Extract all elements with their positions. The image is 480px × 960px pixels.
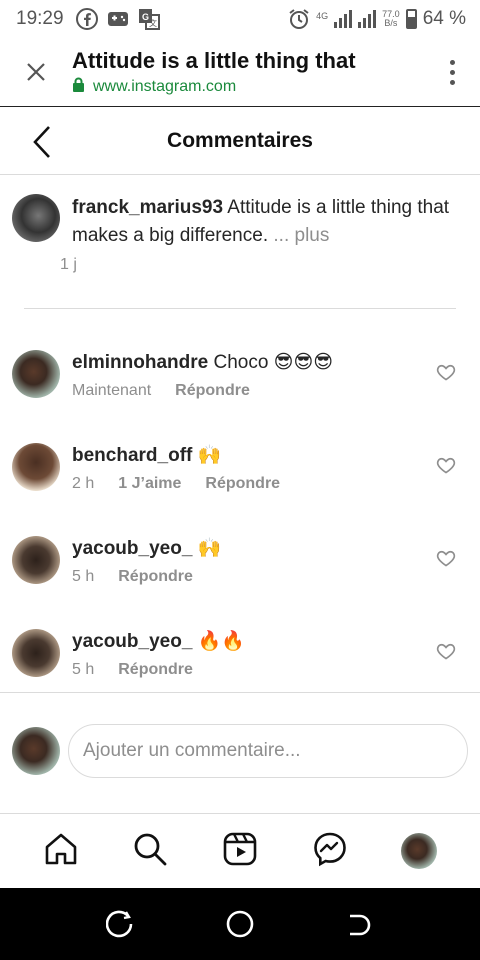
comment-username[interactable]: benchard_off xyxy=(72,445,192,466)
battery-level: 64 % xyxy=(422,8,466,29)
net-speed-unit: B/s xyxy=(384,18,398,28)
header-title: Commentaires xyxy=(167,129,313,152)
more-vertical-icon[interactable] xyxy=(424,38,480,107)
comment-time: 2 h xyxy=(72,475,95,492)
back-button[interactable] xyxy=(330,894,390,954)
heart-outline-icon[interactable] xyxy=(436,641,456,661)
messenger-icon xyxy=(312,831,348,872)
page-title: Attitude is a little thing that xyxy=(72,47,356,73)
tab-home[interactable] xyxy=(37,827,85,875)
comment-time: 5 h xyxy=(72,568,95,585)
heart-outline-icon[interactable] xyxy=(436,362,456,382)
list-item: benchard_off 🙌 2 h 1 J’aime Répondre xyxy=(12,443,468,493)
comment-text: Choco 😎😎😎 xyxy=(213,352,334,373)
signal-icon xyxy=(334,10,353,28)
close-icon[interactable] xyxy=(0,38,72,107)
avatar[interactable] xyxy=(12,536,60,584)
status-bar: 19:29 G文 4G 77.0 B/s 64 % xyxy=(0,0,480,38)
comment-composer xyxy=(12,724,468,778)
gamepad-icon xyxy=(107,8,129,30)
signal-icon-2 xyxy=(358,10,377,28)
status-time: 19:29 xyxy=(16,8,64,29)
list-item: elminnohandre Choco 😎😎😎 Maintenant Répon… xyxy=(12,350,468,400)
browser-toolbar: Attitude is a little thing that www.inst… xyxy=(0,38,480,107)
svg-text:文: 文 xyxy=(149,18,157,28)
facebook-icon xyxy=(75,8,98,30)
url-block[interactable]: Attitude is a little thing that www.inst… xyxy=(72,48,424,97)
caption-time: 1 j xyxy=(60,256,77,273)
tab-messenger[interactable] xyxy=(306,827,354,875)
lock-icon xyxy=(72,77,85,97)
likes-count[interactable]: 1 J’aime xyxy=(118,475,181,493)
list-item: yacoub_yeo_ 🔥🔥 5 h Répondre xyxy=(12,629,468,679)
reply-button[interactable]: Répondre xyxy=(118,661,193,679)
more-link[interactable]: plus xyxy=(295,225,330,246)
comment-input[interactable] xyxy=(68,724,468,778)
divider xyxy=(0,692,480,693)
svg-text:G: G xyxy=(142,12,149,22)
net-speed: 77.0 B/s xyxy=(382,10,400,28)
comment-username[interactable]: elminnohandre xyxy=(72,352,208,373)
caption-ellipsis: ... xyxy=(273,225,290,246)
comment-time: 5 h xyxy=(72,661,95,678)
comment-text: 🔥🔥 xyxy=(197,631,246,652)
chevron-left-icon[interactable] xyxy=(24,122,60,162)
system-nav-bar xyxy=(0,888,480,960)
battery-icon xyxy=(405,9,417,29)
network-type: 4G xyxy=(316,11,329,21)
comments-header: Commentaires xyxy=(0,108,480,175)
comment-text: 🙌 xyxy=(197,538,222,559)
avatar[interactable] xyxy=(12,350,60,398)
search-icon xyxy=(132,831,168,872)
comment-time: Maintenant xyxy=(72,382,152,399)
url-text: www.instagram.com xyxy=(93,77,237,95)
post-caption: franck_marius93 Attitude is a little thi… xyxy=(12,194,456,274)
url-row: www.instagram.com xyxy=(72,77,424,97)
reels-icon xyxy=(222,831,258,872)
home-button[interactable] xyxy=(210,894,270,954)
avatar[interactable] xyxy=(12,443,60,491)
avatar xyxy=(12,727,60,775)
comment-text: 🙌 xyxy=(197,445,222,466)
avatar[interactable] xyxy=(12,629,60,677)
reply-button[interactable]: Répondre xyxy=(205,475,280,493)
reply-button[interactable]: Répondre xyxy=(175,382,250,400)
home-icon xyxy=(43,831,79,872)
tab-reels[interactable] xyxy=(216,827,264,875)
translate-icon: G文 xyxy=(138,8,160,30)
tab-profile[interactable] xyxy=(395,827,443,875)
list-item: yacoub_yeo_ 🙌 5 h Répondre xyxy=(12,536,468,586)
heart-outline-icon[interactable] xyxy=(436,455,456,475)
comment-username[interactable]: yacoub_yeo_ xyxy=(72,538,192,559)
avatar xyxy=(401,833,438,869)
caption-username[interactable]: franck_marius93 xyxy=(72,197,223,218)
caption-text: franck_marius93 Attitude is a little thi… xyxy=(72,194,456,250)
alarm-icon xyxy=(288,8,310,30)
recent-apps-button[interactable] xyxy=(90,894,150,954)
reply-button[interactable]: Répondre xyxy=(118,568,193,586)
comment-username[interactable]: yacoub_yeo_ xyxy=(72,631,192,652)
divider xyxy=(24,308,456,309)
tab-search[interactable] xyxy=(126,827,174,875)
heart-outline-icon[interactable] xyxy=(436,548,456,568)
bottom-tab-bar xyxy=(0,813,480,888)
avatar[interactable] xyxy=(12,194,60,242)
